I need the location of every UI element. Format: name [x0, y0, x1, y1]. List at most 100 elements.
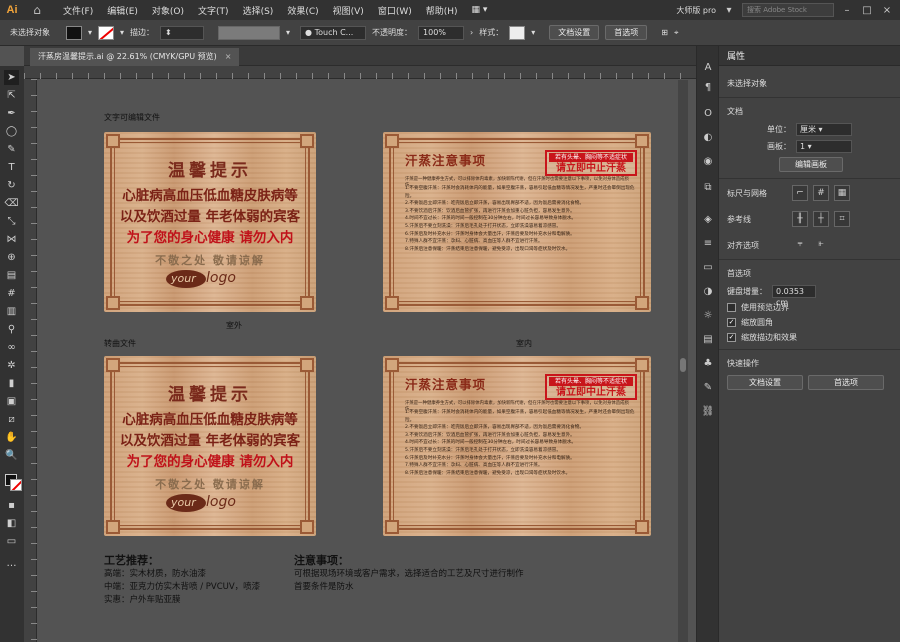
graphic-styles-icon[interactable]: ▤ — [700, 332, 716, 348]
blend-tool-icon[interactable]: ∞ — [4, 340, 19, 355]
snap-to-glyph-icon[interactable]: ⫦ — [813, 237, 829, 253]
canvas[interactable]: 文字可编辑文件 温馨提示 心脏病高血压低血糖皮肤病等 以及饮酒过量 年老体弱的宾… — [38, 80, 678, 642]
stroke-weight-field[interactable]: ⬍ — [160, 25, 205, 40]
opacity-label[interactable]: 不透明度： — [372, 27, 412, 38]
chevron-down-icon[interactable]: ▾ — [88, 28, 92, 37]
ruler-icon[interactable]: ⌐ — [792, 185, 808, 201]
opentype-panel-icon[interactable]: O — [700, 106, 716, 122]
character-panel-icon[interactable]: A — [700, 60, 716, 76]
minimize-icon[interactable]: – — [840, 5, 854, 16]
stock-search-input[interactable]: 搜索 Adobe Stock — [742, 3, 834, 17]
width-tool-icon[interactable]: ⋈ — [4, 232, 19, 247]
scroll-thumb[interactable] — [680, 358, 686, 372]
color-mode-icon[interactable]: ▪ — [4, 498, 19, 513]
menu-view[interactable]: 视图(V) — [326, 4, 371, 17]
more-tools-icon[interactable]: … — [4, 556, 19, 571]
variable-width-profile[interactable] — [218, 25, 281, 40]
chevron-down-icon[interactable]: ▾ — [722, 5, 736, 16]
gradient-panel-icon[interactable]: ▭ — [700, 260, 716, 276]
hand-tool-icon[interactable]: ✋ — [4, 430, 19, 445]
links-panel-icon[interactable]: ⛓ — [700, 404, 716, 420]
menu-window[interactable]: 窗口(W) — [371, 4, 419, 17]
swatches-panel-icon[interactable]: ◉ — [700, 154, 716, 170]
type-tool-icon[interactable]: T — [4, 160, 19, 175]
column-graph-icon[interactable]: ▮ — [4, 376, 19, 391]
fill-swatch[interactable] — [66, 25, 82, 40]
transparency-panel-icon[interactable]: ◑ — [700, 284, 716, 300]
grid-icon[interactable]: # — [813, 185, 829, 201]
stroke-color-icon[interactable] — [10, 479, 22, 491]
menu-help[interactable]: 帮助(H) — [419, 4, 465, 17]
shape-builder-icon[interactable]: ⊕ — [4, 250, 19, 265]
menu-select[interactable]: 选择(S) — [236, 4, 281, 17]
menu-edit[interactable]: 编辑(E) — [100, 4, 145, 17]
eyedropper-tool-icon[interactable]: ⚲ — [4, 322, 19, 337]
sign-board-warm-tips-outlined[interactable]: 温馨提示 心脏病高血压低血糖皮肤病等 以及饮酒过量 年老体弱的宾客 为了您的身心… — [104, 356, 316, 536]
graphic-style-swatch[interactable] — [509, 25, 526, 40]
stroke-label[interactable]: 描边： — [130, 27, 154, 38]
sign-board-sauna-notice[interactable]: 汗蒸注意事项 若有头晕、胸闷等不适症状 请立即中止汗蒸 汗蒸是一种健康养生方式，可… — [383, 132, 651, 312]
vertical-scrollbar[interactable] — [678, 80, 688, 642]
mesh-tool-icon[interactable]: # — [4, 286, 19, 301]
home-icon[interactable]: ⌂ — [24, 3, 50, 17]
paintbrush-tool-icon[interactable]: ✎ — [4, 142, 19, 157]
transform-icon[interactable]: ⌖ — [674, 28, 679, 38]
lock-guides-icon[interactable]: ┼ — [813, 211, 829, 227]
edit-artboards-button[interactable]: 编辑画板 — [779, 157, 843, 172]
quick-preferences-button[interactable]: 首选项 — [808, 375, 884, 390]
keyboard-increment-field[interactable]: 0.0353 cm — [772, 285, 816, 307]
transform-panel-icon[interactable]: ⧉ — [700, 180, 716, 196]
rotate-tool-icon[interactable]: ↻ — [4, 178, 19, 193]
symbols-panel-icon[interactable]: ♣ — [700, 356, 716, 372]
perspective-grid-icon[interactable]: ▤ — [4, 268, 19, 283]
brushes-panel-icon[interactable]: ✎ — [700, 380, 716, 396]
appearance-panel-icon[interactable]: ☼ — [700, 308, 716, 324]
document-tab[interactable]: 汗蒸房温馨提示.ai @ 22.61% (CMYK/GPU 预览) × — [30, 48, 240, 66]
arrange-documents-icon[interactable]: ▦ ▾ — [465, 5, 495, 15]
pen-tool-icon[interactable]: ✒ — [4, 106, 19, 121]
selection-tool-icon[interactable]: ➤ — [4, 70, 19, 85]
ellipse-tool-icon[interactable]: ◯ — [4, 124, 19, 139]
chevron-down-icon[interactable]: ▾ — [286, 28, 290, 37]
scale-tool-icon[interactable]: ⤡ — [4, 214, 19, 229]
preferences-button[interactable]: 首选项 — [605, 25, 648, 40]
direct-selection-tool-icon[interactable]: ⇱ — [4, 88, 19, 103]
layers-panel-icon[interactable]: ◈ — [700, 212, 716, 228]
chevron-right-icon[interactable]: › — [470, 28, 473, 37]
menu-type[interactable]: 文字(T) — [191, 4, 236, 17]
transparency-grid-icon[interactable]: ▦ — [834, 185, 850, 201]
draw-mode-icon[interactable]: ◧ — [4, 516, 19, 531]
artboard-dropdown[interactable]: 1 ▾ — [796, 140, 852, 153]
close-icon[interactable]: × — [880, 5, 894, 16]
chevron-down-icon[interactable]: ▾ — [531, 28, 535, 37]
menu-object[interactable]: 对象(O) — [145, 4, 191, 17]
snap-to-pixel-icon[interactable]: ⫧ — [792, 237, 808, 253]
artboard-tool-icon[interactable]: ▣ — [4, 394, 19, 409]
paragraph-panel-icon[interactable]: ¶ — [700, 80, 716, 96]
document-setup-button[interactable]: 文档设置 — [549, 25, 600, 40]
guides-icon[interactable]: ╫ — [792, 211, 808, 227]
menu-effect[interactable]: 效果(C) — [280, 4, 325, 17]
units-dropdown[interactable]: 厘米 ▾ — [796, 123, 852, 136]
vertical-ruler[interactable] — [24, 79, 37, 642]
screen-mode-icon[interactable]: ▭ — [4, 534, 19, 549]
slice-tool-icon[interactable]: ⧄ — [4, 412, 19, 427]
sign-board-warm-tips[interactable]: 温馨提示 心脏病高血压低血糖皮肤病等 以及饮酒过量 年老体弱的宾客 为了您的身心… — [104, 132, 316, 312]
menu-file[interactable]: 文件(F) — [56, 4, 100, 17]
stroke-swatch[interactable] — [98, 25, 115, 40]
scale-strokes-checkbox[interactable]: ✓ — [727, 333, 736, 342]
scale-corners-checkbox[interactable]: ✓ — [727, 318, 736, 327]
zoom-tool-icon[interactable]: 🔍 — [4, 448, 19, 463]
brush-definition-dropdown[interactable]: ● Touch C... — [300, 25, 367, 40]
smart-guides-icon[interactable]: ⌗ — [834, 211, 850, 227]
symbol-sprayer-icon[interactable]: ✲ — [4, 358, 19, 373]
opacity-field[interactable]: 100% — [418, 25, 465, 40]
close-tab-icon[interactable]: × — [225, 52, 232, 61]
stroke-panel-icon[interactable]: ≡ — [700, 236, 716, 252]
eraser-tool-icon[interactable]: ⌫ — [4, 196, 19, 211]
sign-board-sauna-notice-outlined[interactable]: 汗蒸注意事项 若有头晕、胸闷等不适症状 请立即中止汗蒸 汗蒸是一种健康养生方式，可… — [383, 356, 651, 536]
align-icon[interactable]: ⊞ — [661, 28, 668, 37]
quick-document-setup-button[interactable]: 文档设置 — [727, 375, 803, 390]
properties-tab[interactable]: 属性 — [719, 46, 900, 66]
maximize-icon[interactable]: □ — [860, 5, 874, 16]
